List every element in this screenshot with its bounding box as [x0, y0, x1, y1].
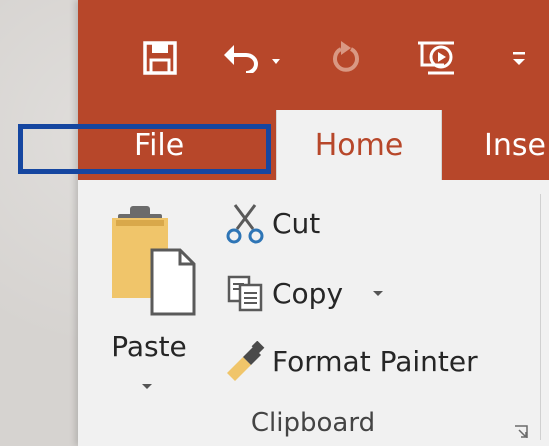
group-divider: [540, 194, 541, 440]
undo-dropdown-button[interactable]: [266, 30, 286, 90]
scissors-icon: [218, 198, 272, 248]
format-painter-label: Format Painter: [272, 344, 478, 378]
tab-file-label: File: [134, 127, 185, 163]
paste-button[interactable]: Paste: [100, 202, 198, 402]
save-button[interactable]: [130, 30, 190, 90]
clipboard-group-label: Clipboard: [250, 408, 376, 438]
tab-home[interactable]: Home: [276, 110, 442, 180]
customize-qat-button[interactable]: [504, 30, 534, 90]
ribbon-home-panel: Paste Cut Copy Format Painter Clipboard: [78, 180, 549, 446]
copy-label: Copy: [272, 276, 344, 310]
customize-icon: [512, 49, 526, 71]
tab-home-label: Home: [314, 127, 404, 163]
ribbon-tabs: File Home Inse: [78, 110, 549, 180]
save-icon: [143, 41, 177, 79]
cut-label: Cut: [272, 206, 321, 240]
dialog-launcher-icon: [514, 424, 528, 443]
copy-button[interactable]: Copy: [218, 266, 384, 320]
redo-button[interactable]: [326, 30, 366, 90]
paste-dropdown-icon[interactable]: [142, 384, 152, 389]
clipboard-dialog-launcher[interactable]: [514, 424, 528, 438]
slideshow-button[interactable]: [408, 30, 464, 90]
paste-label: Paste: [111, 330, 187, 363]
cut-button[interactable]: Cut: [218, 196, 320, 250]
chevron-down-icon: [271, 51, 281, 70]
tab-insert[interactable]: Inse: [484, 110, 549, 180]
tab-file[interactable]: File: [134, 110, 244, 180]
copy-icon: [218, 268, 272, 318]
undo-icon: [222, 43, 262, 77]
undo-button[interactable]: [218, 30, 266, 90]
format-painter-button[interactable]: Format Painter: [218, 334, 478, 388]
slideshow-icon: [414, 39, 458, 81]
format-painter-icon: [218, 336, 272, 386]
copy-dropdown-icon[interactable]: [373, 290, 384, 296]
tab-insert-label: Inse: [484, 127, 546, 163]
powerpoint-window: File Home Inse Paste Cut Copy Format Pai…: [78, 0, 549, 446]
redo-icon: [331, 41, 361, 79]
quick-access-toolbar: [78, 0, 549, 110]
